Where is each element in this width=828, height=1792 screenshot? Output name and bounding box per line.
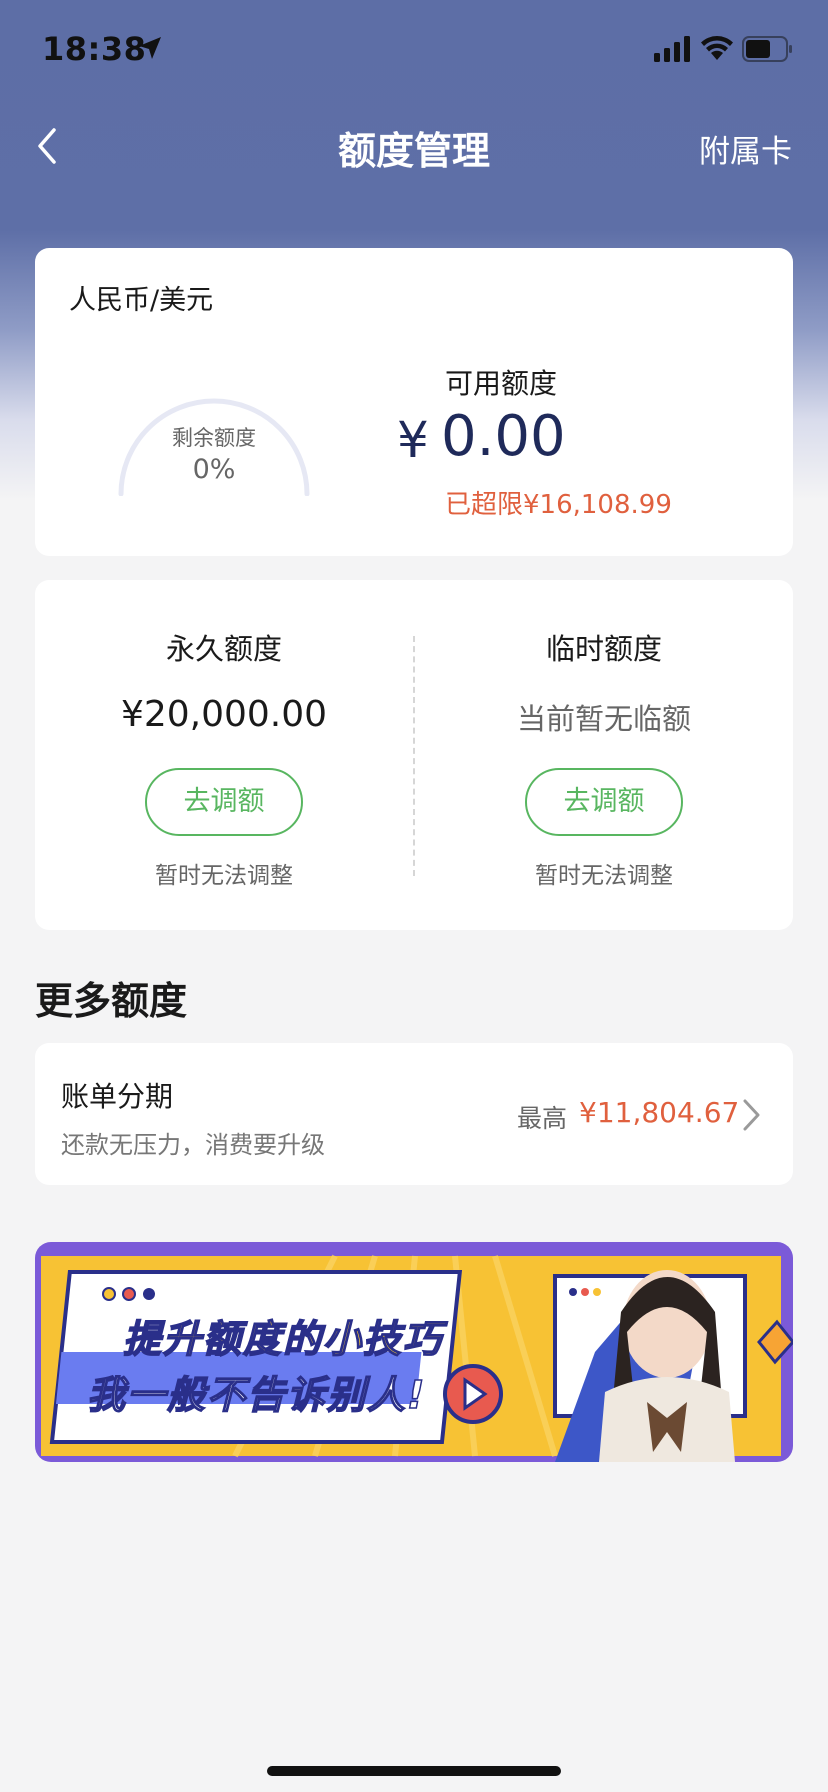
- over-limit-text: 已超限¥16,108.99: [445, 490, 672, 520]
- promo-banner[interactable]: 提升额度的小技巧 我一般不告诉别人!: [35, 1242, 793, 1462]
- chevron-right-icon: [743, 1099, 760, 1131]
- currency-title: 人民币/美元: [69, 285, 214, 316]
- battery-icon: [742, 36, 792, 62]
- temporary-limit-note: 暂时无法调整: [535, 863, 673, 889]
- permanent-limit-column: 永久额度 ¥20,000.00 去调额 暂时无法调整: [35, 580, 413, 930]
- cellular-signal-icon: [654, 36, 690, 62]
- currency-symbol: ¥: [397, 411, 429, 469]
- permanent-limit-note: 暂时无法调整: [155, 863, 293, 889]
- banner-headline: 提升额度的小技巧: [122, 1316, 444, 1362]
- temporary-adjust-button[interactable]: 去调额: [525, 768, 683, 836]
- available-limit-card: 人民币/美元 剩余额度 0% 可用额度 ¥ 0.00 已超限¥16,108.99: [35, 248, 793, 556]
- available-limit-value: 0.00: [441, 404, 566, 469]
- location-arrow-icon: [139, 37, 161, 59]
- installment-title: 账单分期: [61, 1080, 174, 1113]
- home-indicator: [267, 1766, 561, 1776]
- installment-max-label: 最高: [517, 1104, 568, 1133]
- installment-subtitle: 还款无压力，消费要升级: [61, 1131, 325, 1159]
- available-limit-label: 可用额度: [445, 367, 558, 400]
- more-limits-heading: 更多额度: [35, 979, 188, 1023]
- temporary-limit-column: 临时额度 当前暂无临额 去调额 暂时无法调整: [415, 580, 793, 930]
- temporary-limit-amount: 当前暂无临额: [516, 702, 691, 736]
- temporary-limit-title: 临时额度: [545, 632, 662, 666]
- installment-max-value: ¥11,804.67: [579, 1096, 740, 1129]
- permanent-limit-amount: ¥20,000.00: [120, 694, 328, 735]
- permanent-limit-title: 永久额度: [165, 632, 282, 666]
- bill-installment-row[interactable]: 账单分期 还款无压力，消费要升级 最高 ¥11,804.67: [35, 1043, 793, 1185]
- wifi-icon: [701, 36, 733, 60]
- status-time: 18:38: [42, 30, 147, 68]
- supplementary-card-link[interactable]: 附属卡: [699, 126, 792, 171]
- limits-card: 永久额度 ¥20,000.00 去调额 暂时无法调整 临时额度 当前暂无临额 去…: [35, 580, 793, 930]
- banner-subline: 我一般不告诉别人!: [86, 1372, 427, 1418]
- gauge-label: 剩余额度: [172, 426, 256, 450]
- gauge-value: 0%: [192, 454, 236, 485]
- status-bar: 18:38: [0, 0, 828, 100]
- permanent-adjust-button[interactable]: 去调额: [145, 768, 303, 836]
